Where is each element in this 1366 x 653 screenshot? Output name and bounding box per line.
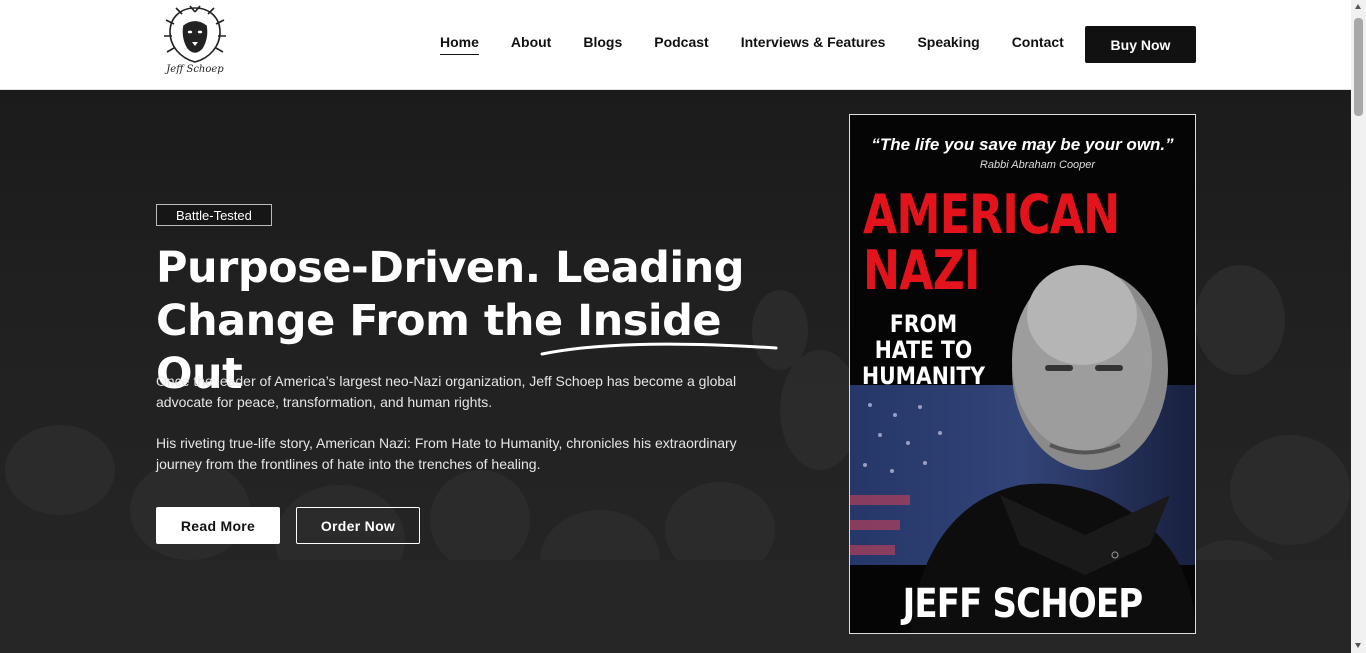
logo-signature: Jeff Schoep: [166, 64, 224, 75]
book-title: AMERICAN NAZI: [863, 183, 1120, 302]
book-cover[interactable]: “The life you save may be your own.” Rab…: [849, 114, 1196, 634]
hero-story-paragraph: His riveting true-life story, American N…: [156, 435, 737, 472]
scroll-down-arrow-icon[interactable]: [1355, 643, 1361, 648]
nav-blogs[interactable]: Blogs: [583, 34, 622, 55]
book-subtitle-line-1: FROM: [889, 310, 958, 338]
headline-line-1: Purpose-Driven. Leading: [156, 243, 745, 293]
battle-tested-badge: Battle-Tested: [156, 204, 272, 226]
book-subtitle-line-3: HUMANITY: [862, 362, 986, 390]
nav-podcast[interactable]: Podcast: [654, 34, 708, 55]
lion-logo-icon: [164, 5, 226, 63]
scrollbar-thumb[interactable]: [1354, 18, 1363, 116]
book-title-line-2: NAZI: [863, 239, 980, 302]
nav-contact[interactable]: Contact: [1012, 34, 1064, 55]
order-now-button[interactable]: Order Now: [296, 507, 420, 544]
book-title-line-1: AMERICAN: [863, 183, 1120, 246]
nav-home[interactable]: Home: [440, 34, 479, 55]
nav-about[interactable]: About: [511, 34, 551, 55]
book-author: JEFF SCHOEP: [902, 581, 1144, 627]
nav-interviews-features[interactable]: Interviews & Features: [741, 34, 886, 55]
hero-section: Battle-Tested Purpose-Driven. Leading Ch…: [0, 90, 1351, 653]
book-quote: “The life you save may be your own.”: [871, 135, 1174, 154]
page-scrollbar[interactable]: [1351, 0, 1366, 653]
headline-line-2-prefix: Change From the: [156, 296, 578, 346]
site-header: Jeff Schoep Home About Blogs Podcast Int…: [0, 0, 1351, 90]
buy-now-button[interactable]: Buy Now: [1085, 26, 1196, 63]
book-subtitle: FROM HATE TO HUMANITY: [862, 311, 985, 389]
scroll-up-arrow-icon[interactable]: [1355, 4, 1361, 9]
headline-underline-swoosh: [540, 342, 778, 356]
book-quote-attribution: Rabbi Abraham Cooper: [979, 159, 1096, 171]
nav-speaking[interactable]: Speaking: [917, 34, 979, 55]
main-nav: Home About Blogs Podcast Interviews & Fe…: [440, 34, 1096, 55]
read-more-button[interactable]: Read More: [156, 507, 280, 544]
book-subtitle-line-2: HATE TO: [874, 336, 973, 364]
site-logo[interactable]: Jeff Schoep: [160, 4, 230, 84]
hero-intro-paragraph: Once the leader of America’s largest neo…: [156, 373, 737, 410]
